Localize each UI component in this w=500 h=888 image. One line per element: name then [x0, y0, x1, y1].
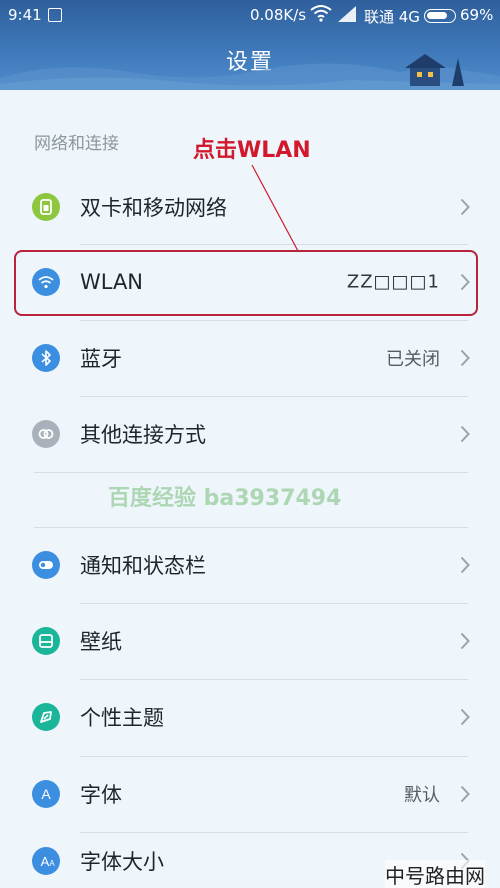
- wlan-highlight-box: [14, 250, 478, 316]
- site-watermark: 中号路由网: [385, 860, 485, 888]
- annotation-pointer: [251, 164, 299, 252]
- baidu-watermark: 百度经验 ba3937494: [108, 486, 342, 511]
